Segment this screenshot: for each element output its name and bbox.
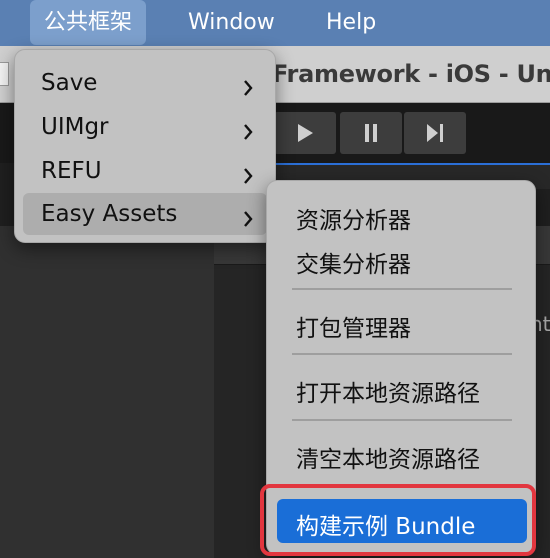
pause-icon <box>363 123 379 143</box>
submenu-item-build-manager[interactable]: 打包管理器 <box>277 301 527 345</box>
menu-separator <box>292 288 512 290</box>
menu-item-uimgr[interactable]: UIMgr <box>23 106 267 148</box>
menu-item-refu[interactable]: REFU <box>23 150 267 192</box>
submenu-item-label: 交集分析器 <box>296 252 411 278</box>
submenu-item-asset-analyzer[interactable]: 资源分析器 <box>277 193 527 237</box>
menu-separator <box>292 419 512 421</box>
play-icon <box>296 123 314 143</box>
hierarchy-panel <box>0 226 214 558</box>
window-title: Framework - iOS - Uni <box>272 60 550 88</box>
menu-item-save[interactable]: Save <box>23 62 267 104</box>
pause-button[interactable] <box>340 112 402 154</box>
menu-bar: 公共框架 Window Help <box>0 0 550 46</box>
submenu-item-label: 打开本地资源路径 <box>296 381 480 407</box>
menu-item-label: REFU <box>41 158 102 184</box>
menu-item-easy-assets[interactable]: Easy Assets <box>23 193 267 235</box>
step-button[interactable] <box>404 112 466 154</box>
chevron-right-icon <box>243 164 253 190</box>
menubar-item-help[interactable]: Help <box>312 0 390 45</box>
window-control[interactable] <box>0 62 9 86</box>
menu-separator <box>292 353 512 355</box>
submenu-item-clear-local-path[interactable]: 清空本地资源路径 <box>277 432 527 476</box>
chevron-right-icon <box>243 120 253 146</box>
submenu-item-open-local-path[interactable]: 打开本地资源路径 <box>277 366 527 410</box>
chevron-right-icon <box>243 207 253 233</box>
framework-menu: Save UIMgr REFU Easy Assets <box>14 49 276 243</box>
menu-item-label: UIMgr <box>41 114 109 140</box>
step-icon <box>425 123 445 143</box>
menubar-item-window[interactable]: Window <box>174 0 289 45</box>
menubar-item-framework[interactable]: 公共框架 <box>30 0 147 45</box>
highlight-frame <box>260 484 536 556</box>
chevron-right-icon <box>243 76 253 102</box>
submenu-item-intersection-analyzer[interactable]: 交集分析器 <box>277 237 527 281</box>
menu-item-label: Easy Assets <box>41 201 178 227</box>
submenu-item-label: 打包管理器 <box>296 316 411 342</box>
submenu-item-label: 资源分析器 <box>296 208 411 234</box>
menu-item-label: Save <box>41 70 98 96</box>
submenu-item-label: 清空本地资源路径 <box>296 447 480 473</box>
play-button[interactable] <box>274 112 336 154</box>
